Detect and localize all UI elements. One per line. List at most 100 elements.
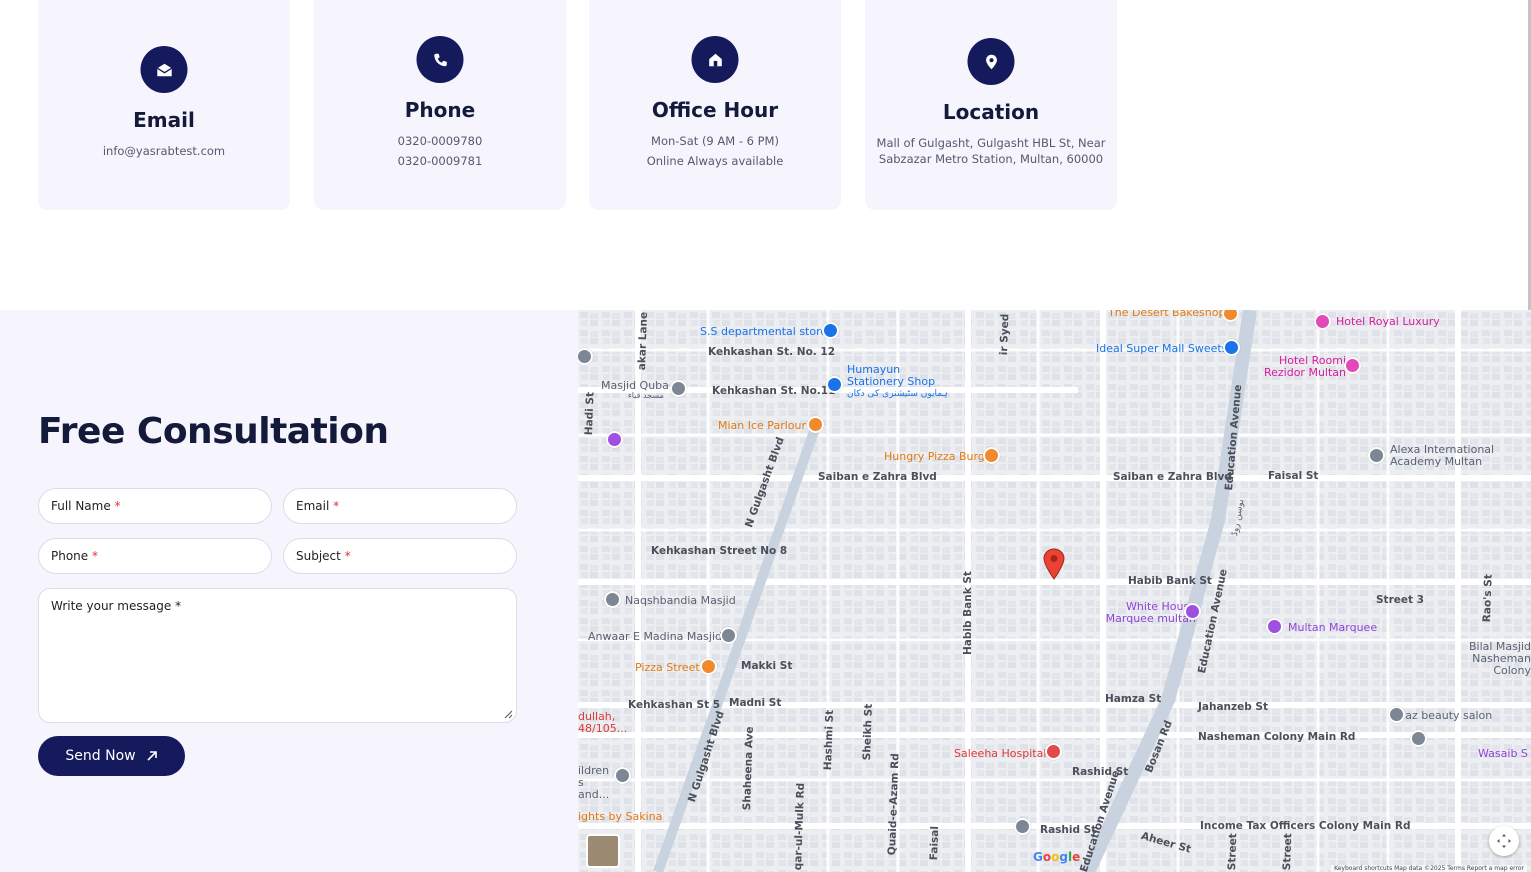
- email-placeholder: Email: [296, 499, 330, 513]
- hotel-icon[interactable]: [1344, 357, 1361, 374]
- street-label: Saiban e Zahra Blvd: [1113, 471, 1232, 483]
- street-label: Hadi St: [583, 391, 597, 436]
- google-map[interactable]: Kehkashan St. No. 12 Kehkashan St. No.11…: [578, 310, 1531, 872]
- street-label: Street 3: [1376, 594, 1424, 606]
- school-icon[interactable]: [1368, 447, 1385, 464]
- mosque-icon[interactable]: [720, 627, 737, 644]
- phone-number-1[interactable]: 0320-0009780: [314, 134, 566, 148]
- shopping-bag-icon[interactable]: [826, 376, 843, 393]
- hospital-icon[interactable]: [1045, 743, 1062, 760]
- subject-placeholder: Subject: [296, 549, 341, 563]
- fullscreen-button[interactable]: [1489, 826, 1519, 856]
- street-label: Street: [1281, 832, 1295, 871]
- street-label: akar Lane 1: [636, 310, 651, 371]
- event-venue-icon[interactable]: [1184, 603, 1201, 620]
- poi-label[interactable]: Hungry Pizza Burg: [884, 450, 985, 463]
- red-location-marker-icon[interactable]: [1043, 548, 1065, 580]
- email-input[interactable]: Email *: [283, 488, 517, 524]
- building-icon: [691, 36, 739, 83]
- street-label: Kehkashan Street No 8: [651, 545, 788, 557]
- street-label: Saiban e Zahra Blvd: [818, 471, 937, 483]
- phone-placeholder: Phone: [51, 549, 89, 563]
- required-mark: *: [114, 499, 121, 513]
- place-icon[interactable]: [606, 431, 623, 448]
- email-card: Email info@yasrabtest.com: [38, 0, 290, 210]
- street-label: Nasheman Colony Main Rd: [1198, 731, 1356, 743]
- send-now-button[interactable]: Send Now: [38, 736, 185, 776]
- poi-label: مسجد قباء: [628, 391, 664, 400]
- shopping-bag-icon[interactable]: [1223, 339, 1240, 356]
- mosque-icon[interactable]: [1410, 730, 1427, 747]
- phone-input[interactable]: Phone *: [38, 538, 272, 574]
- poi-label[interactable]: Humayun Stationery Shop: [847, 364, 937, 388]
- phone-card: Phone 0320-0009780 0320-0009781: [314, 0, 566, 210]
- poi-label[interactable]: Hotel Royal Luxury: [1336, 315, 1440, 328]
- arrow-up-right-icon: [147, 751, 157, 761]
- street-label: Kehkashan St. No. 12: [708, 346, 836, 358]
- envelope-icon: [140, 46, 188, 93]
- street-label: Hashmi St: [822, 709, 837, 771]
- satellite-layer-thumbnail[interactable]: [586, 834, 620, 868]
- google-logo: Google: [1033, 850, 1081, 864]
- event-venue-icon[interactable]: [1266, 618, 1283, 635]
- message-placeholder: Write your message: [51, 599, 172, 613]
- school-icon[interactable]: [614, 767, 631, 784]
- street-label: Makki St: [741, 660, 793, 672]
- resize-handle-icon[interactable]: [504, 710, 513, 719]
- poi-label[interactable]: The Desert Bakeshop: [1108, 310, 1225, 319]
- street-label: Street: [1226, 832, 1240, 871]
- poi-label[interactable]: Saleeha Hospital: [954, 747, 1046, 760]
- street-label: Rashid St: [1040, 824, 1097, 836]
- email-address[interactable]: info@yasrabtest.com: [38, 144, 290, 158]
- consultation-form-section: Free Consultation Full Name * Email * Ph…: [0, 310, 578, 872]
- hotel-icon[interactable]: [1314, 313, 1331, 330]
- required-mark: *: [333, 499, 340, 513]
- mosque-icon[interactable]: [604, 591, 621, 608]
- poi-label[interactable]: Mian Ice Parlour: [718, 419, 806, 432]
- location-card-title: Location: [942, 100, 1040, 124]
- restaurant-icon[interactable]: [807, 416, 824, 433]
- street-label: Jahanzeb St: [1198, 701, 1269, 713]
- street-label: Sheikh St: [861, 703, 875, 761]
- poi-label[interactable]: S.S departmental store: [700, 325, 827, 338]
- poi-label[interactable]: Pizza Street: [635, 661, 700, 674]
- fullscreen-icon: [1497, 834, 1511, 848]
- poi-label[interactable]: Naz beauty salon: [1397, 709, 1492, 722]
- restaurant-icon[interactable]: [983, 447, 1000, 464]
- poi-label[interactable]: Ideal Super Mall Sweets: [1096, 342, 1227, 355]
- poi-label[interactable]: Alexa International Academy Multan: [1390, 444, 1500, 468]
- poi-label[interactable]: Multan Marquee: [1288, 621, 1377, 634]
- poi-label[interactable]: Bilal Masjid Nasheman Colony: [1431, 641, 1531, 677]
- poi-label[interactable]: ights by Sakina: [578, 810, 662, 823]
- street-label: Kehkashan St. No.11: [712, 385, 836, 397]
- phone-number-2[interactable]: 0320-0009781: [314, 154, 566, 168]
- full-name-input[interactable]: Full Name *: [38, 488, 272, 524]
- location-pin-icon: [967, 38, 1015, 85]
- salon-icon[interactable]: [1388, 706, 1405, 723]
- map-attribution[interactable]: Keyboard shortcuts Map data ©2025 Terms …: [1331, 865, 1527, 872]
- required-mark: *: [92, 549, 98, 563]
- required-mark: *: [344, 549, 351, 563]
- poi-label[interactable]: White House Marquee multan: [1096, 601, 1196, 625]
- consultation-title: Free Consultation: [38, 411, 389, 452]
- send-now-label: Send Now: [65, 748, 136, 764]
- full-name-placeholder: Full Name: [51, 499, 111, 513]
- poi-label[interactable]: Hotel Roomi Rezidor Multan: [1261, 355, 1346, 379]
- poi-label[interactable]: Anwaar E Madina Masjid: [588, 630, 722, 643]
- office-hour-card: Office Hour Mon-Sat (9 AM - 6 PM) Online…: [589, 0, 841, 210]
- restaurant-icon[interactable]: [700, 658, 717, 675]
- poi-label[interactable]: Wasaib S: [1478, 747, 1528, 760]
- street-label: ir Syed St: [998, 310, 1013, 356]
- poi-label: ہمایوں سٹیشنری کی دکان: [847, 389, 948, 399]
- poi-label[interactable]: ildren s and...: [578, 765, 613, 801]
- poi-label[interactable]: dullah, 48/105...: [578, 711, 628, 735]
- message-textarea[interactable]: Write your message *: [38, 588, 517, 723]
- mosque-icon[interactable]: [670, 380, 687, 397]
- street-label: Habib Bank St: [962, 571, 974, 655]
- school-icon[interactable]: [1014, 818, 1031, 835]
- poi-label[interactable]: Naqshbandia Masjid: [625, 594, 736, 607]
- contact-cards-section: Email info@yasrabtest.com Phone 0320-000…: [0, 0, 1531, 310]
- office-hour-card-title: Office Hour: [651, 98, 779, 122]
- subject-input[interactable]: Subject *: [283, 538, 517, 574]
- shopping-bag-icon[interactable]: [822, 322, 839, 339]
